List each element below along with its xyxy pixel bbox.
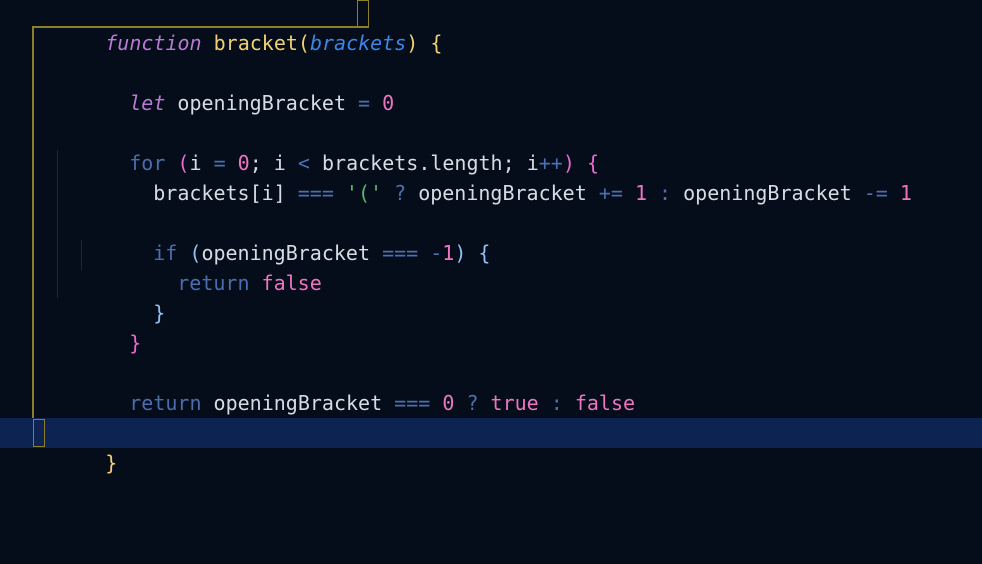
keyword-function: function [105, 31, 202, 55]
code-line-9[interactable]: return false [0, 238, 982, 295]
code-line-13[interactable]: return openingBracket === 0 ? true : fal… [0, 358, 982, 415]
function-name: bracket [213, 31, 298, 55]
current-line-highlight[interactable]: } [0, 418, 982, 475]
matching-brace-box-close [33, 419, 45, 447]
close-brace: } [105, 451, 118, 475]
code-line-8[interactable]: if (openingBracket === -1) { [0, 208, 982, 265]
code-line-3[interactable]: let openingBracket = 0 [0, 58, 982, 115]
code-line-6[interactable]: brackets[i] === '(' ? openingBracket += … [0, 148, 982, 205]
code-line-5[interactable]: for (i = 0; i < brackets.length; i++) { [0, 118, 982, 175]
open-brace: { [430, 31, 443, 55]
code-editor[interactable]: function bracket(brackets) { let opening… [0, 0, 982, 564]
code-line-10[interactable]: } [0, 268, 982, 325]
parameter-name: brackets [309, 31, 407, 55]
code-line-11[interactable]: } [0, 298, 982, 355]
code-line-1[interactable]: function bracket(brackets) { [0, 0, 982, 55]
